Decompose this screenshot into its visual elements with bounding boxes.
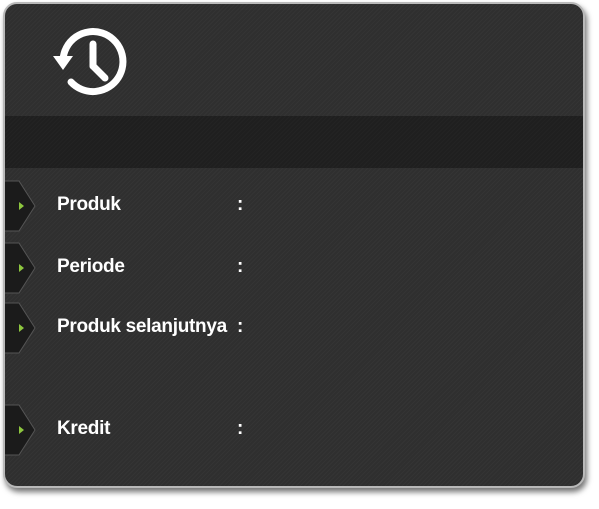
- arrow-right-icon: [5, 302, 36, 354]
- field-row-produk-selanjutnya: Produk selanjutnya :: [5, 302, 583, 354]
- field-colon: :: [237, 316, 244, 337]
- field-row-kredit: Kredit :: [5, 404, 583, 456]
- field-colon: :: [237, 194, 244, 215]
- arrow-right-icon: [5, 180, 36, 232]
- arrow-right-icon: [5, 242, 36, 294]
- field-label-produk: Produk: [57, 194, 121, 215]
- header-band: [5, 116, 583, 168]
- field-row-produk: Produk :: [5, 180, 583, 232]
- field-colon: :: [237, 256, 244, 277]
- field-label-produk-selanjutnya: Produk selanjutnya: [57, 316, 227, 337]
- info-panel: Produk : Periode : Produk selanjutnya : …: [3, 2, 585, 488]
- arrow-right-icon: [5, 404, 36, 456]
- field-colon: :: [237, 418, 244, 439]
- field-row-periode: Periode :: [5, 242, 583, 294]
- field-label-periode: Periode: [57, 256, 125, 277]
- history-icon: [53, 28, 127, 95]
- field-label-kredit: Kredit: [57, 418, 111, 439]
